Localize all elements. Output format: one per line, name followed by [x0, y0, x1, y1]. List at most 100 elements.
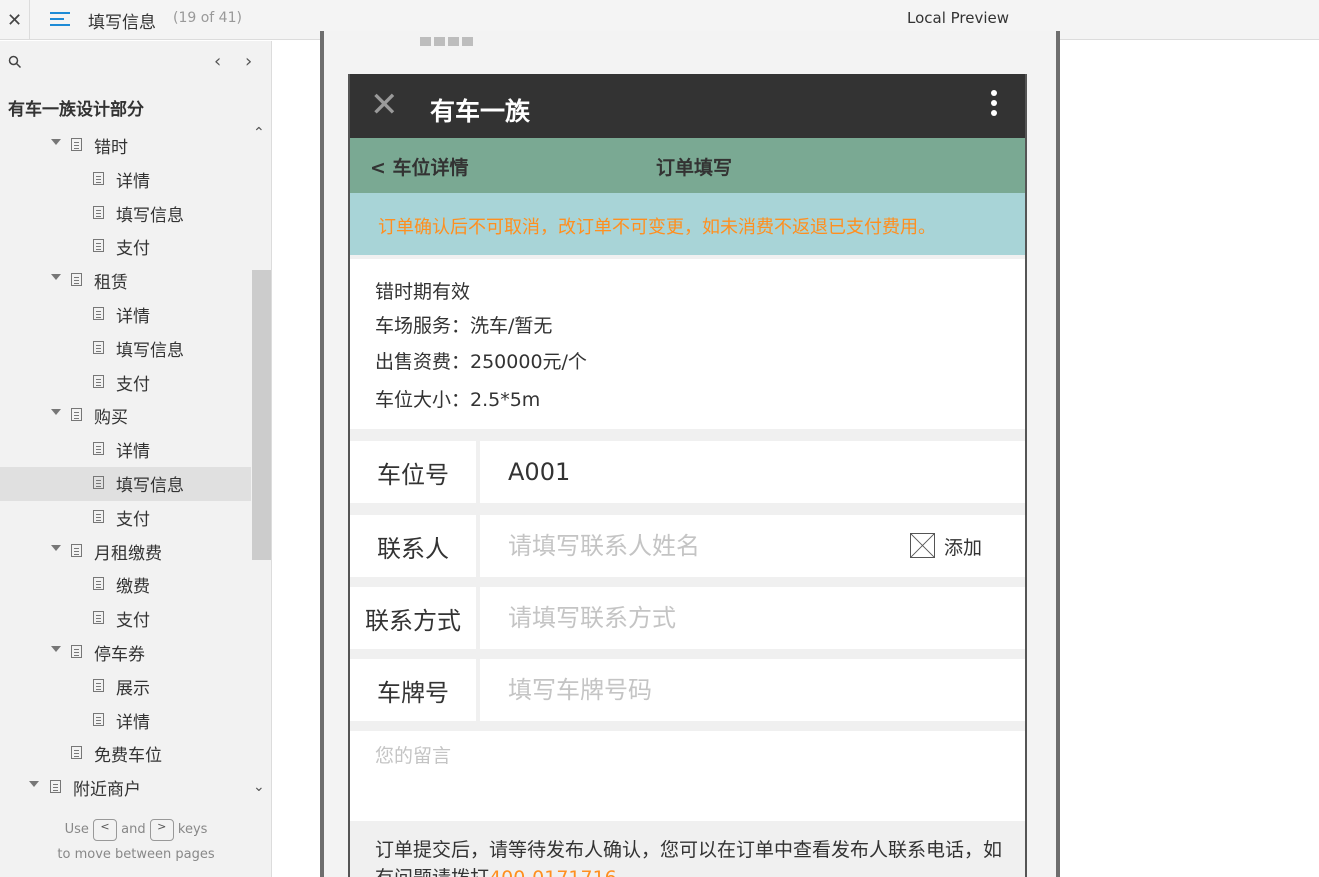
expand-arrow-icon[interactable] — [29, 781, 39, 788]
footer-text: 订单提交后，请等待发布人确认，您可以在订单中查看发布人联系电话，如有问题请拨打 — [375, 839, 1003, 877]
spot-number-label: 车位号 — [350, 441, 476, 503]
page-icon — [93, 577, 104, 591]
page-icon — [71, 138, 82, 151]
spot-number-row: 车位号 — [350, 441, 1025, 503]
sidebar-item[interactable]: 月租缴费 — [0, 535, 251, 569]
sidebar-item[interactable]: 支付 — [0, 501, 251, 535]
page-icon — [71, 746, 82, 760]
sidebar-item[interactable]: 购买 — [0, 399, 251, 433]
sidebar-item[interactable]: 免费车位 — [0, 737, 251, 771]
hint-use: Use — [64, 822, 89, 837]
sidebar-item-label: 填写信息 — [116, 340, 184, 361]
sidebar-item-label: 缴费 — [116, 577, 150, 598]
notice-text: 订单确认后不可取消，改订单不可变更，如未消费不返退已支付费用。 — [378, 217, 936, 238]
sidebar-item-label: 免费车位 — [94, 746, 162, 767]
sidebar-item-label: 支付 — [116, 374, 150, 395]
sidebar-item[interactable]: 支付 — [0, 230, 251, 264]
sidebar-item[interactable]: 详情 — [0, 433, 251, 467]
sidebar-item-label: 支付 — [116, 239, 150, 260]
key-next-icon: > — [149, 818, 174, 841]
phone-input[interactable] — [480, 587, 1025, 649]
more-vertical-icon[interactable] — [991, 90, 999, 120]
contact-label: 联系人 — [350, 515, 476, 577]
hamburger-menu-icon[interactable] — [50, 10, 70, 28]
info-validity: 错时期有效 — [375, 281, 471, 303]
app-title: 有车一族 — [430, 97, 531, 126]
sidebar-item-label: 展示 — [116, 678, 150, 699]
plate-row: 车牌号 — [350, 659, 1025, 721]
sidebar-item[interactable]: 停车券 — [0, 636, 251, 670]
page-icon — [71, 408, 82, 422]
expand-arrow-icon[interactable] — [51, 274, 61, 281]
add-contact-label: 添加 — [944, 537, 983, 559]
sidebar-item-label: 填写信息 — [116, 205, 184, 226]
project-title: 有车一族设计部分 — [8, 100, 144, 120]
sidebar-item[interactable]: 租赁 — [0, 264, 251, 298]
sidebar-item[interactable]: 支付 — [0, 602, 251, 636]
phone-row: 联系方式 — [350, 587, 1025, 649]
message-textarea[interactable] — [350, 731, 1025, 821]
sidebar-item-label: 详情 — [116, 442, 150, 463]
sidebar-item-label: 停车券 — [94, 644, 145, 665]
info-size: 车位大小：2.5*5m — [375, 389, 541, 411]
phone-label: 联系方式 — [350, 587, 476, 649]
sidebar-item-label: 详情 — [116, 712, 150, 733]
hotline-link[interactable]: 400-0171716 — [489, 867, 617, 877]
hint-and: and — [121, 822, 146, 837]
sidebar-item[interactable]: 错时 — [0, 129, 251, 163]
page-icon — [93, 509, 104, 523]
sidebar-item[interactable]: 填写信息 — [0, 466, 251, 501]
page-icon — [93, 306, 104, 320]
sidebar-item-label: 月租缴费 — [94, 543, 162, 564]
plate-label: 车牌号 — [350, 659, 476, 721]
search-icon[interactable] — [8, 55, 22, 69]
page-icon — [50, 780, 61, 794]
sidebar-item[interactable]: 详情 — [0, 704, 251, 738]
previous-page-button[interactable]: ‹ — [214, 51, 221, 72]
info-price: 出售资费：250000元/个 — [375, 351, 587, 373]
sidebar-item[interactable]: 附近商户 — [0, 771, 251, 805]
expand-arrow-icon[interactable] — [51, 544, 61, 551]
sidebar-item-label: 支付 — [116, 509, 150, 530]
chevron-down-icon[interactable]: ⌄ — [253, 779, 265, 795]
phone-screen: ✕ 有车一族 < 车位详情 订单填写 订单确认后不可取消，改订单不可变更，如未消… — [348, 74, 1027, 877]
sub-header: < 车位详情 订单填写 — [350, 138, 1025, 193]
preview-title: Local Preview — [907, 9, 1010, 27]
page-icon — [93, 678, 104, 692]
image-placeholder-icon — [910, 533, 935, 558]
sidebar-item[interactable]: 详情 — [0, 163, 251, 197]
page-icon — [93, 712, 104, 726]
page-icon — [71, 644, 82, 658]
sidebar-item-label: 错时 — [94, 138, 128, 158]
page-icon — [93, 171, 104, 185]
sidebar-item[interactable]: 展示 — [0, 670, 251, 704]
spot-number-field[interactable] — [480, 441, 1025, 503]
back-to-spot-details-link[interactable]: < 车位详情 — [370, 153, 469, 180]
page-icon — [93, 475, 104, 489]
close-icon[interactable]: ✕ — [0, 0, 30, 40]
expand-arrow-icon[interactable] — [51, 409, 61, 416]
page-icon — [93, 340, 104, 354]
sidebar-item-label: 购买 — [94, 408, 128, 429]
page-tree: 错时 详情 填写信息 支付 租赁 详情 填写信息 支付 购买 详情 填写信息 支付 月租缴费 缴费 支付 停车… — [0, 129, 251, 805]
sidebar-item[interactable]: 填写信息 — [0, 332, 251, 366]
sidebar-item-label: 详情 — [116, 306, 150, 327]
sidebar: ‹ › 有车一族设计部分 ⌃ 错时 详情 填写信息 支付 租赁 详情 填写信息 支付 购买 详情填… — [0, 41, 272, 877]
sidebar-scrollbar[interactable] — [252, 270, 271, 560]
expand-arrow-icon[interactable] — [51, 645, 61, 652]
plate-input[interactable] — [480, 659, 1025, 721]
sidebar-item[interactable]: 填写信息 — [0, 197, 251, 231]
contact-row: 联系人 添加 — [350, 515, 1025, 577]
phone-speaker-icon — [420, 31, 476, 50]
footer-note: 订单提交后，请等待发布人确认，您可以在订单中查看发布人联系电话，如有问题请拨打4… — [375, 836, 1015, 877]
current-page-name: 填写信息 — [88, 13, 156, 33]
page-icon — [93, 611, 104, 625]
expand-arrow-icon[interactable] — [51, 139, 61, 145]
next-page-button[interactable]: › — [245, 51, 252, 72]
close-icon[interactable]: ✕ — [370, 88, 399, 122]
sidebar-item[interactable]: 支付 — [0, 366, 251, 400]
navigation-hint: Use < and > keys to move between pages — [0, 817, 271, 867]
chevron-up-icon[interactable]: ⌃ — [253, 125, 265, 141]
sidebar-item[interactable]: 缴费 — [0, 568, 251, 602]
sidebar-item[interactable]: 详情 — [0, 298, 251, 332]
